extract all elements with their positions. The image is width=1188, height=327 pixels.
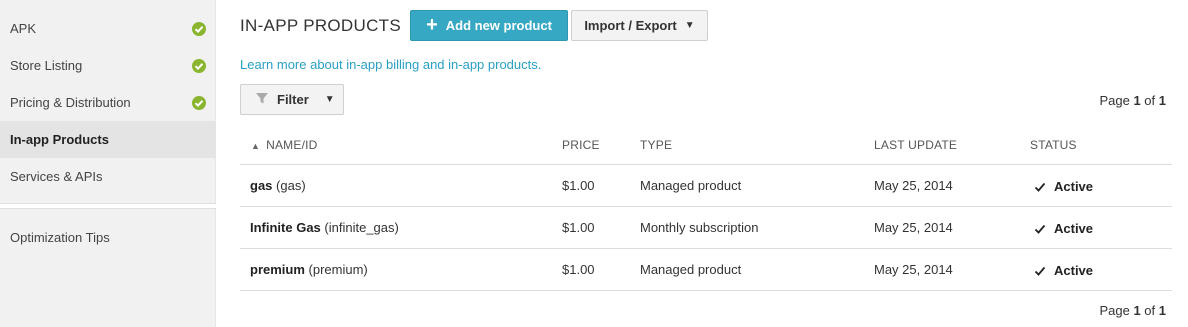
add-new-product-label: Add new product — [445, 18, 552, 33]
table-divider — [240, 164, 1172, 165]
pager-current: 1 — [1133, 303, 1141, 318]
caret-down-icon: ▼ — [324, 94, 335, 105]
product-type: Monthly subscription — [640, 220, 759, 235]
status-label: Active — [1054, 221, 1094, 236]
sidebar-item-in-app-products[interactable]: In-app Products — [0, 121, 216, 158]
column-header-status: STATUS — [1030, 138, 1077, 152]
product-id: (premium) — [308, 262, 368, 277]
filter-button[interactable]: Filter ▼ — [240, 84, 344, 115]
product-id: (gas) — [276, 178, 306, 193]
checkmark-icon — [1034, 266, 1046, 276]
sidebar-item-label: APK — [10, 21, 37, 36]
product-name-cell[interactable]: Infinite Gas (infinite_gas) — [250, 220, 399, 235]
check-circle-icon — [192, 59, 206, 73]
pager-total: 1 — [1158, 93, 1166, 108]
filter-icon — [255, 91, 269, 108]
product-id: (infinite_gas) — [324, 220, 399, 235]
filter-label: Filter — [277, 92, 309, 107]
add-new-product-button[interactable]: + Add new product — [410, 10, 568, 41]
sidebar-item-label: Pricing & Distribution — [10, 95, 131, 110]
pagination-top: Page 1 of 1 — [1099, 93, 1166, 108]
column-header-last-update: LAST UPDATE — [874, 138, 958, 152]
status-badge: Active — [1034, 179, 1093, 194]
sort-ascending-icon: ▲ — [251, 141, 261, 151]
product-last-update: May 25, 2014 — [874, 262, 953, 277]
pager-total: 1 — [1158, 303, 1166, 318]
column-header-type: TYPE — [640, 138, 673, 152]
sidebar-item-store-listing[interactable]: Store Listing — [0, 47, 216, 84]
check-circle-icon — [192, 22, 206, 36]
sidebar-item-label: Store Listing — [10, 58, 83, 73]
product-type: Managed product — [640, 178, 742, 193]
product-name-cell[interactable]: premium (premium) — [250, 262, 368, 277]
product-type: Managed product — [640, 262, 742, 277]
status-label: Active — [1054, 179, 1094, 194]
product-name: gas — [250, 178, 273, 193]
sidebar-item-label: Optimization Tips — [10, 230, 110, 245]
status-label: Active — [1054, 263, 1094, 278]
checkmark-icon — [1034, 224, 1046, 234]
product-price: $1.00 — [562, 178, 595, 193]
pager-of: of — [1144, 303, 1156, 318]
pager-prefix: Page — [1099, 303, 1130, 318]
product-name-cell[interactable]: gas (gas) — [250, 178, 306, 193]
pager-of: of — [1144, 93, 1156, 108]
learn-more-link[interactable]: Learn more about in-app billing and in-a… — [240, 57, 541, 72]
sidebar-item-optimization-tips[interactable]: Optimization Tips — [0, 219, 216, 256]
caret-down-icon: ▼ — [684, 20, 695, 31]
sidebar-item-apk[interactable]: APK — [0, 10, 216, 47]
sidebar-item-services-apis[interactable]: Services & APIs — [0, 158, 216, 195]
column-header-name[interactable]: ▲ NAME/ID — [251, 138, 318, 152]
page-title: IN-APP PRODUCTS — [240, 16, 401, 35]
sidebar: APK Store Listing Pricing & Distribution… — [0, 0, 216, 327]
sidebar-item-pricing-distribution[interactable]: Pricing & Distribution — [0, 84, 216, 121]
pagination-bottom: Page 1 of 1 — [1099, 303, 1166, 318]
table-divider — [240, 290, 1172, 291]
product-name: premium — [250, 262, 305, 277]
plus-icon: + — [426, 13, 438, 36]
column-header-label: NAME/ID — [266, 138, 318, 152]
table-divider — [240, 206, 1172, 207]
product-last-update: May 25, 2014 — [874, 220, 953, 235]
import-export-button[interactable]: Import / Export ▼ — [571, 10, 708, 41]
table-divider — [240, 248, 1172, 249]
column-header-price: PRICE — [562, 138, 600, 152]
status-badge: Active — [1034, 263, 1093, 278]
checkmark-icon — [1034, 182, 1046, 192]
product-last-update: May 25, 2014 — [874, 178, 953, 193]
sidebar-item-label: Services & APIs — [10, 169, 103, 184]
status-badge: Active — [1034, 221, 1093, 236]
product-price: $1.00 — [562, 262, 595, 277]
product-price: $1.00 — [562, 220, 595, 235]
pager-prefix: Page — [1099, 93, 1130, 108]
sidebar-item-label: In-app Products — [10, 132, 109, 147]
sidebar-divider — [0, 203, 216, 209]
check-circle-icon — [192, 96, 206, 110]
import-export-label: Import / Export — [584, 18, 677, 33]
product-name: Infinite Gas — [250, 220, 321, 235]
pager-current: 1 — [1133, 93, 1141, 108]
